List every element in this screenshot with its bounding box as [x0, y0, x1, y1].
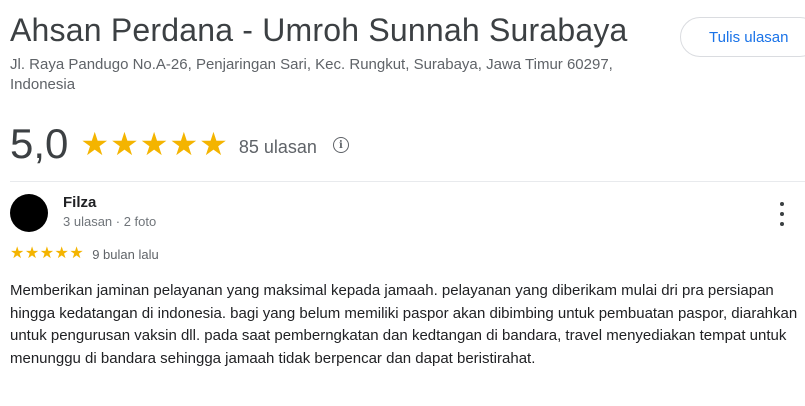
star-icon: ★: [24, 245, 40, 262]
review-text: Memberikan jaminan pelayanan yang maksim…: [10, 282, 798, 367]
star-icon: ★: [139, 126, 169, 162]
more-dot: [780, 212, 784, 216]
info-icon[interactable]: i: [332, 137, 349, 153]
place-address: Jl. Raya Pandugo No.A-26, Penjaringan Sa…: [10, 56, 613, 93]
rating-summary: 5,0 ★ ★ ★ ★ ★ 85 ulasan i: [10, 118, 349, 170]
review-count[interactable]: 85 ulasan: [239, 137, 317, 158]
reviewer-meta: 3 ulasan · 2 foto: [63, 214, 157, 229]
reviewer-name[interactable]: Filza: [63, 194, 96, 211]
more-dot: [780, 222, 784, 226]
star-icon: ★: [39, 245, 55, 262]
place-title: Ahsan Perdana - Umroh Sunnah Surabaya: [10, 12, 628, 48]
avatar[interactable]: [10, 194, 48, 232]
star-icon: ★: [110, 126, 139, 162]
divider: [10, 181, 805, 182]
star-icon: ★: [10, 245, 25, 262]
star-icon: ★: [169, 126, 199, 162]
review-time: 9 bulan lalu: [92, 246, 159, 262]
more-vert-icon[interactable]: [772, 202, 792, 226]
star-icon: ★: [199, 126, 228, 162]
star-icon: ★: [69, 245, 84, 262]
star-icon: ★: [54, 245, 69, 262]
write-review-button[interactable]: Tulis ulasan: [680, 17, 805, 57]
star-icon: ★: [80, 126, 110, 162]
more-dot: [780, 202, 784, 206]
review-rating: ★ ★ ★ ★ ★ 9 bulan lalu: [10, 246, 159, 262]
rating-stars: ★ ★ ★ ★ ★: [80, 128, 228, 160]
rating-value: 5,0: [10, 120, 69, 167]
